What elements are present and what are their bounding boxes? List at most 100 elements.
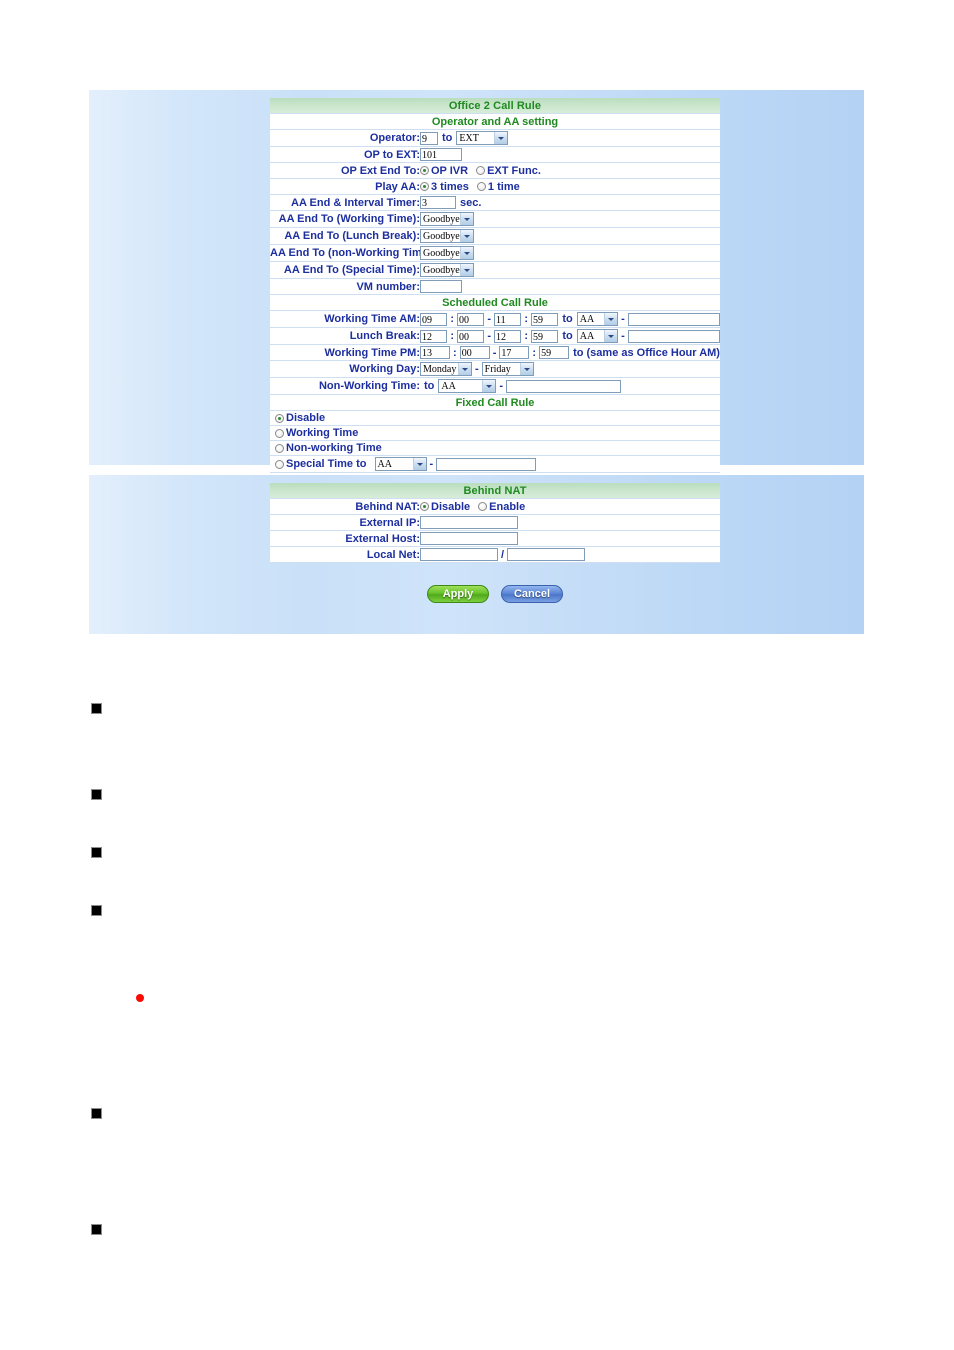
lb-end-hour-input[interactable]: 12: [494, 329, 522, 343]
wtam-dash-2: -: [621, 313, 625, 325]
radio-op-ivr-label: OP IVR: [431, 164, 469, 177]
chevron-down-icon: [460, 230, 473, 242]
wtpm-note: to (same as Office Hour AM): [573, 346, 720, 359]
wtpm-end-hour-input[interactable]: 17: [499, 346, 530, 359]
operator-target-value: EXT: [459, 132, 479, 144]
fixed-special-time-dash: -: [429, 458, 434, 470]
wtam-end-hour-input[interactable]: 11: [494, 312, 522, 326]
aa-end-lunch-label: AA End To (Lunch Break):: [270, 227, 420, 245]
aa-end-lunch-value: Goodbye: [423, 230, 460, 242]
radio-fixed-working-time-label: Working Time: [286, 427, 359, 439]
play-aa-label: Play AA:: [270, 178, 420, 195]
chevron-down-icon: [460, 213, 473, 225]
lb-destination-select[interactable]: AA: [576, 329, 619, 343]
working-day-from-value: Monday: [423, 363, 457, 375]
radio-play-aa-1-time[interactable]: [476, 182, 486, 191]
external-host-field-cell: [420, 530, 720, 547]
wtam-to-label: to: [562, 313, 573, 325]
wtam-destination-select[interactable]: AA: [576, 312, 619, 326]
lunch-break-field-cell: 12 : 00 - 12 : 59 to AA -: [420, 327, 720, 345]
row-op-to-ext: OP to EXT: 101: [270, 146, 720, 163]
local-net-mask-input[interactable]: [507, 548, 586, 561]
radio-fixed-non-working-time[interactable]: [275, 443, 284, 453]
operator-target-select[interactable]: EXT: [456, 131, 509, 145]
aa-end-lunch-select[interactable]: Goodbye: [420, 229, 474, 243]
wtpm-end-min-input[interactable]: 59: [539, 346, 570, 359]
aa-end-working-select[interactable]: Goodbye: [420, 212, 474, 226]
row-working-day: Working Day: Monday - Friday: [270, 360, 720, 378]
radio-play-aa-3-times-label: 3 times: [431, 180, 469, 193]
list-item-bullet-1: [91, 703, 102, 714]
nwt-destination-select[interactable]: AA: [438, 379, 497, 393]
chevron-down-icon: [460, 264, 473, 276]
cancel-button[interactable]: Cancel: [501, 585, 563, 603]
row-play-aa: Play AA: 3 times 1 time: [270, 178, 720, 195]
radio-behind-nat-disable[interactable]: [420, 502, 429, 511]
vm-number-input[interactable]: [420, 280, 462, 293]
aa-end-special-value: Goodbye: [423, 264, 460, 276]
call-rule-table: Office 2 Call Rule Operator and AA setti…: [270, 98, 720, 473]
chevron-down-icon: [482, 380, 496, 392]
external-ip-input[interactable]: [420, 516, 518, 529]
radio-play-aa-1-time-label: 1 time: [487, 180, 520, 193]
radio-op-ivr[interactable]: [420, 166, 429, 175]
local-net-address-input[interactable]: [420, 548, 498, 561]
radio-play-aa-3-times[interactable]: [420, 182, 429, 191]
wtam-destination-value: AA: [579, 313, 595, 325]
aa-end-special-select[interactable]: Goodbye: [420, 263, 474, 277]
working-day-label: Working Day:: [270, 360, 420, 378]
wtam-extra-input[interactable]: [627, 312, 720, 326]
aa-end-nonworking-value: Goodbye: [423, 247, 460, 259]
radio-fixed-special-time[interactable]: [275, 459, 284, 469]
wtpm-start-hour-input[interactable]: 13: [420, 346, 451, 359]
wtpm-colon-2: :: [532, 346, 537, 359]
aa-interval-unit: sec.: [460, 196, 482, 209]
radio-behind-nat-disable-label: Disable: [431, 500, 471, 513]
wtam-colon-2: :: [524, 313, 528, 325]
apply-button[interactable]: Apply: [427, 585, 489, 603]
operator-label: Operator:: [270, 129, 420, 147]
radio-fixed-special-time-label: Special Time to: [286, 458, 367, 470]
lb-colon-1: :: [450, 330, 454, 342]
row-aa-end-working: AA End To (Working Time): Goodbye: [270, 210, 720, 228]
non-working-time-field-cell: to AA -: [420, 377, 720, 395]
lb-start-hour-input[interactable]: 12: [420, 329, 448, 343]
radio-ext-func[interactable]: [476, 166, 486, 175]
operator-field-cell: 9 to EXT: [420, 129, 720, 147]
working-day-from-select[interactable]: Monday: [420, 362, 472, 376]
radio-fixed-disable[interactable]: [275, 413, 284, 423]
op-to-ext-input[interactable]: 101: [420, 148, 462, 161]
list-item-bullet-7: [91, 1224, 102, 1235]
list-item-bullet-2: [91, 789, 102, 800]
lb-extra-input[interactable]: [627, 329, 720, 343]
lb-start-min-input[interactable]: 00: [457, 329, 485, 343]
operator-input[interactable]: 9: [420, 131, 438, 145]
row-vm-number: VM number:: [270, 278, 720, 295]
working-day-to-select[interactable]: Friday: [481, 362, 534, 376]
aa-end-nonworking-select[interactable]: Goodbye: [420, 246, 474, 260]
wtam-start-hour-input[interactable]: 09: [420, 312, 448, 326]
radio-fixed-working-time[interactable]: [275, 428, 284, 438]
aa-end-working-label: AA End To (Working Time):: [270, 210, 420, 228]
lb-end-min-input[interactable]: 59: [531, 329, 559, 343]
fixed-special-time-extra-input[interactable]: [436, 457, 537, 471]
wtam-start-min-input[interactable]: 00: [457, 312, 485, 326]
fixed-working-time-cell: Working Time: [270, 425, 720, 441]
wtam-end-min-input[interactable]: 59: [531, 312, 559, 326]
wtpm-start-min-input[interactable]: 00: [459, 346, 490, 359]
radio-behind-nat-enable[interactable]: [478, 502, 488, 511]
nwt-destination-value: AA: [441, 380, 456, 392]
external-host-input[interactable]: [420, 532, 518, 545]
fixed-special-time-destination-value: AA: [377, 458, 392, 470]
row-working-time-pm: Working Time PM: 13 : 00 - 17 : 59 to (s…: [270, 344, 720, 361]
row-lunch-break: Lunch Break: 12 : 00 - 12 : 59 to AA -: [270, 327, 720, 345]
chevron-down-icon: [412, 458, 426, 470]
nwt-extra-input[interactable]: [506, 379, 622, 393]
lunch-break-label: Lunch Break:: [270, 327, 420, 345]
fixed-special-time-destination-select[interactable]: AA: [374, 457, 427, 471]
section-header-scheduled: Scheduled Call Rule: [270, 294, 720, 311]
aa-interval-input[interactable]: 3: [420, 196, 456, 209]
behind-nat-table: Behind NAT Behind NAT: Disable Enable Ex…: [270, 483, 720, 563]
aa-interval-label: AA End & Interval Timer:: [270, 194, 420, 211]
nwt-to-label: to: [424, 380, 435, 392]
